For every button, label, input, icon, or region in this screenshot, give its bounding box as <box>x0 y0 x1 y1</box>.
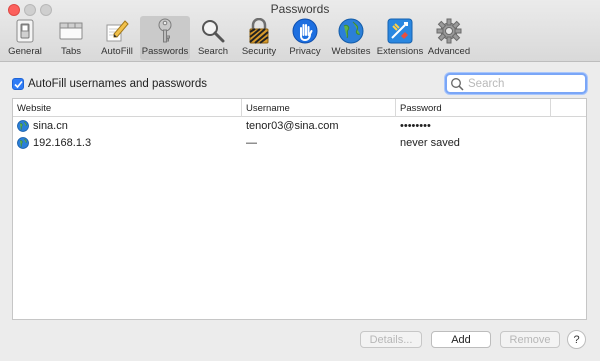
title-bar: Passwords General Tabs AutoFill Password… <box>0 0 600 62</box>
tab-search[interactable]: Search <box>190 16 236 60</box>
search-input[interactable] <box>466 77 584 90</box>
tab-advanced[interactable]: Advanced <box>426 16 472 60</box>
tab-websites-label: Websites <box>331 46 371 57</box>
pencil-icon <box>103 18 131 44</box>
column-header-website[interactable]: Website <box>13 99 242 117</box>
tab-security[interactable]: Security <box>236 16 282 60</box>
username-cell: tenor03@sina.com <box>246 119 339 132</box>
tab-security-label: Security <box>241 46 277 57</box>
lock-icon <box>245 18 273 44</box>
extensions-icon <box>386 18 414 44</box>
website-cell: 192.168.1.3 <box>13 137 242 149</box>
password-cell: •••••••• <box>400 119 431 132</box>
hand-icon <box>291 18 319 44</box>
tab-general[interactable]: General <box>2 16 48 60</box>
preferences-toolbar: General Tabs AutoFill Passwords Search S… <box>2 16 472 60</box>
add-button[interactable]: Add <box>431 331 491 348</box>
username-cell: — <box>246 136 257 149</box>
magnifier-icon <box>199 18 227 44</box>
tab-passwords-label: Passwords <box>141 46 189 57</box>
key-icon <box>151 18 179 44</box>
autofill-checkbox[interactable] <box>12 78 24 90</box>
website-text: sina.cn <box>33 119 68 132</box>
column-header-password[interactable]: Password <box>396 99 551 117</box>
tab-advanced-label: Advanced <box>427 46 471 57</box>
tab-tabs-label: Tabs <box>60 46 82 57</box>
tab-passwords[interactable]: Passwords <box>140 16 190 60</box>
tab-tabs[interactable]: Tabs <box>48 16 94 60</box>
tab-search-label: Search <box>197 46 229 57</box>
tab-privacy[interactable]: Privacy <box>282 16 328 60</box>
globe-icon <box>337 18 365 44</box>
tab-extensions[interactable]: Extensions <box>374 16 426 60</box>
help-button[interactable]: ? <box>567 330 586 349</box>
tab-autofill[interactable]: AutoFill <box>94 16 140 60</box>
tab-privacy-label: Privacy <box>289 46 321 57</box>
search-icon <box>451 77 464 91</box>
tab-general-label: General <box>8 46 42 57</box>
password-cell: never saved <box>400 136 460 149</box>
autofill-label: AutoFill usernames and passwords <box>28 78 207 90</box>
checkmark-icon <box>13 80 23 88</box>
website-text: 192.168.1.3 <box>33 136 92 149</box>
table-row[interactable]: 192.168.1.3 — never saved <box>13 134 586 151</box>
site-globe-icon <box>17 119 29 132</box>
column-header-empty <box>551 99 586 117</box>
site-globe-icon <box>17 136 29 149</box>
general-switch-icon <box>11 18 39 44</box>
remove-button[interactable]: Remove <box>500 331 560 348</box>
gear-icon <box>435 18 463 44</box>
window-title: Passwords <box>270 2 330 16</box>
tab-autofill-label: AutoFill <box>101 46 133 57</box>
search-field[interactable] <box>445 73 587 94</box>
table-row[interactable]: sina.cn tenor03@sina.com •••••••• <box>13 117 586 134</box>
tabs-icon <box>57 18 85 44</box>
tab-websites[interactable]: Websites <box>328 16 374 60</box>
preferences-window: Passwords General Tabs AutoFill Password… <box>0 0 600 361</box>
website-cell: sina.cn <box>13 120 242 132</box>
column-header-username[interactable]: Username <box>242 99 396 117</box>
autofill-option[interactable]: AutoFill usernames and passwords <box>12 78 207 90</box>
passwords-table: Website Username Password sina.cn tenor0… <box>12 98 587 320</box>
table-header: Website Username Password <box>13 99 586 117</box>
tab-extensions-label: Extensions <box>376 46 424 57</box>
details-button[interactable]: Details... <box>360 331 422 348</box>
